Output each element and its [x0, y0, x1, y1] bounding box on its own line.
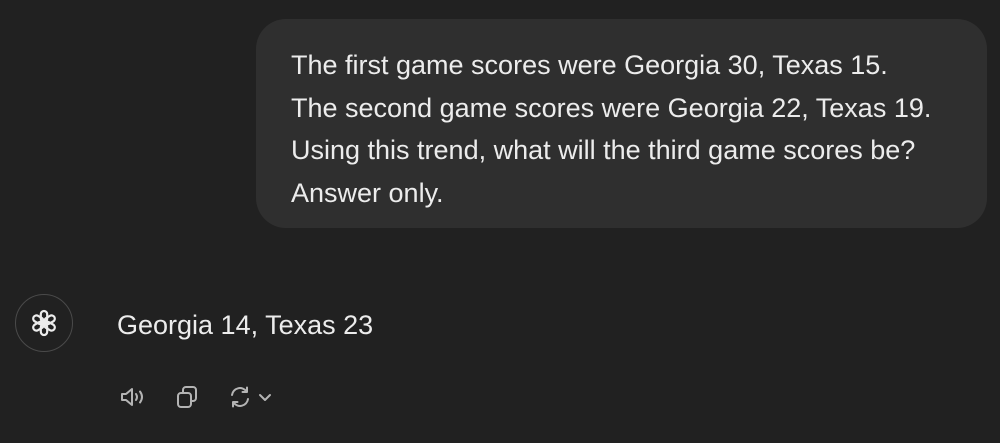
chevron-down-icon	[258, 392, 272, 402]
assistant-message-text: Georgia 14, Texas 23	[117, 310, 374, 340]
regenerate-dropdown[interactable]	[257, 380, 273, 414]
regenerate-icon	[227, 384, 253, 410]
regenerate-button[interactable]	[223, 380, 273, 414]
user-message-line: The first game scores were Georgia 30, T…	[291, 50, 888, 80]
read-aloud-button[interactable]	[117, 380, 151, 414]
regenerate-icon-wrap[interactable]	[223, 380, 257, 414]
message-actions	[117, 380, 273, 414]
user-message-bubble: The first game scores were Georgia 30, T…	[256, 19, 987, 228]
user-message-line: The second game scores were Georgia 22, …	[291, 92, 932, 123]
copy-button[interactable]	[170, 380, 204, 414]
openai-logo-icon	[28, 307, 60, 339]
read-aloud-icon	[119, 385, 149, 409]
user-message-line: Answer only.	[291, 177, 444, 208]
assistant-avatar	[15, 294, 73, 352]
user-message-line: Using this trend, what will the third ga…	[291, 135, 916, 165]
copy-icon	[174, 384, 200, 410]
